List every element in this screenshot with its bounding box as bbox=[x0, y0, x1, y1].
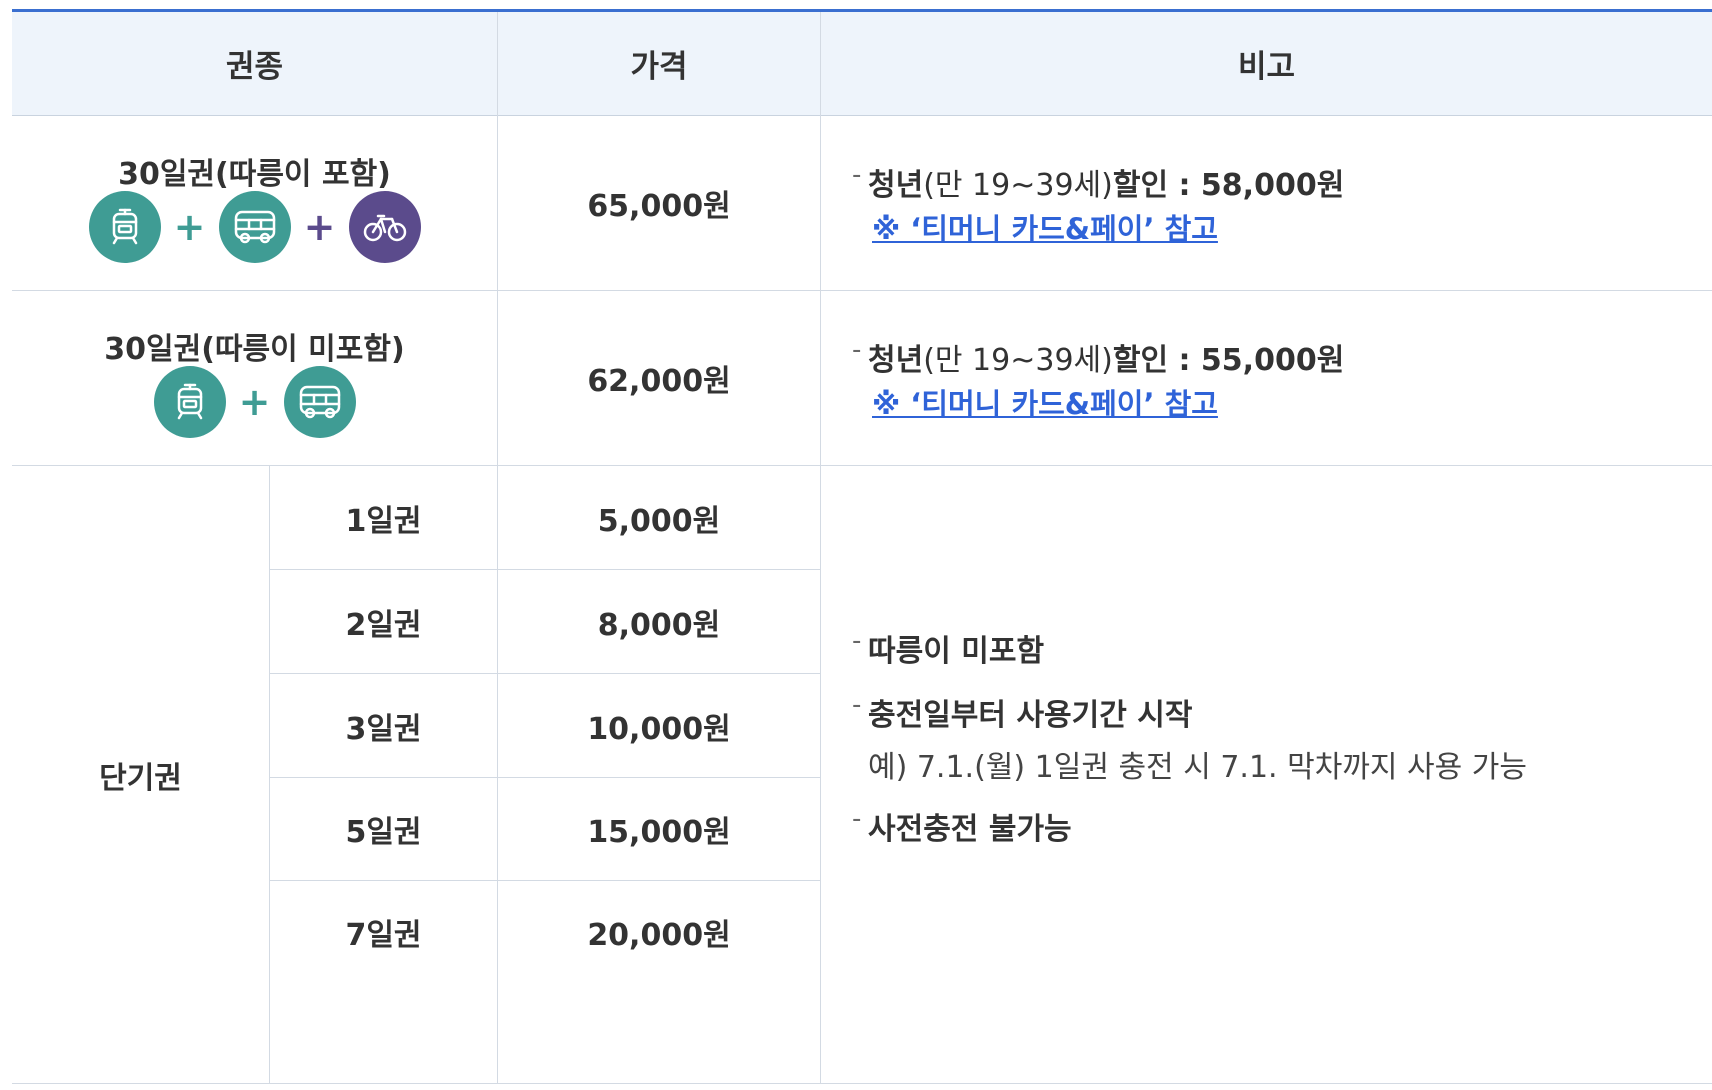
header-note: 비고 bbox=[1237, 49, 1296, 85]
divider-h1 bbox=[12, 290, 1712, 291]
bus-icon bbox=[283, 366, 356, 438]
kind-7day: 7일권 bbox=[345, 918, 422, 953]
youth-label: 청년 bbox=[868, 343, 924, 378]
dash: - bbox=[852, 804, 862, 834]
bus-icon bbox=[218, 191, 291, 263]
kind-5day: 5일권 bbox=[345, 815, 422, 850]
youth-age: (만 19~39세) bbox=[923, 168, 1113, 203]
price-7day: 20,000원 bbox=[587, 918, 731, 953]
note-no-bike: 따릉이 미포함 bbox=[868, 634, 1045, 669]
dash: - bbox=[852, 335, 862, 365]
subway-icon bbox=[88, 191, 161, 263]
kind-3day: 3일권 bbox=[345, 711, 422, 747]
kind-30day-excl: 30일권(따릉이 미포함) bbox=[104, 332, 405, 367]
icons-30day-incl: + + bbox=[12, 190, 497, 264]
subway-icon bbox=[153, 366, 226, 438]
note-period-start: 충전일부터 사용기간 시작 bbox=[868, 698, 1193, 733]
youth-label: 청년 bbox=[868, 168, 924, 203]
note-30day-excl: - 청년(만 19~39세)할인 : 55,000원 bbox=[852, 335, 1344, 379]
tmoney-reference-link[interactable]: ※ ‘티머니 카드&페이’ 참고 bbox=[872, 381, 1218, 423]
price-2day: 8,000원 bbox=[597, 607, 721, 643]
kind-30day-incl: 30일권(따릉이 포함) bbox=[118, 157, 391, 192]
header-kind: 권종 bbox=[225, 49, 284, 85]
price-30day-incl: 65,000원 bbox=[587, 188, 731, 224]
divider-bottom bbox=[12, 1083, 1712, 1084]
discount-label: 할인 : 55,000원 bbox=[1112, 343, 1345, 378]
bicycle-icon bbox=[348, 191, 421, 263]
dash: - bbox=[852, 160, 862, 190]
price-3day: 10,000원 bbox=[587, 711, 731, 747]
note-short-term: - 따릉이 미포함 - 충전일부터 사용기간 시작 예) 7.1.(월) 1일권 충… bbox=[852, 626, 1527, 848]
tmoney-reference-link[interactable]: ※ ‘티머니 카드&페이’ 참고 bbox=[872, 206, 1218, 248]
note-30day-incl: - 청년(만 19~39세)할인 : 58,000원 bbox=[852, 160, 1344, 204]
plus-sign: + bbox=[173, 205, 206, 249]
divider-v2 bbox=[820, 12, 821, 1084]
kind-1day: 1일권 bbox=[345, 503, 422, 539]
note-example: 예) 7.1.(월) 1일권 충전 시 7.1. 막차까지 사용 가능 bbox=[868, 750, 1527, 785]
kind-2day: 2일권 bbox=[345, 607, 422, 643]
youth-age: (만 19~39세) bbox=[923, 343, 1113, 378]
table-header: 권종 가격 비고 bbox=[12, 12, 1712, 116]
icons-30day-excl: + bbox=[12, 365, 497, 439]
price-30day-excl: 62,000원 bbox=[587, 364, 731, 399]
discount-label: 할인 : 58,000원 bbox=[1112, 168, 1345, 203]
dash: - bbox=[852, 690, 862, 720]
price-1day: 5,000원 bbox=[597, 503, 721, 539]
plus-sign: + bbox=[238, 380, 271, 424]
plus-sign: + bbox=[303, 205, 336, 249]
dash: - bbox=[852, 626, 862, 656]
note-no-precharge: 사전충전 불가능 bbox=[868, 812, 1072, 847]
header-price: 가격 bbox=[630, 49, 688, 85]
kind-short-term-group: 단기권 bbox=[99, 760, 182, 796]
pass-price-table: 권종 가격 비고 30일권(따릉이 포함) + + 65,000원 - 청년(만… bbox=[12, 9, 1712, 1084]
price-5day: 15,000원 bbox=[587, 815, 731, 850]
